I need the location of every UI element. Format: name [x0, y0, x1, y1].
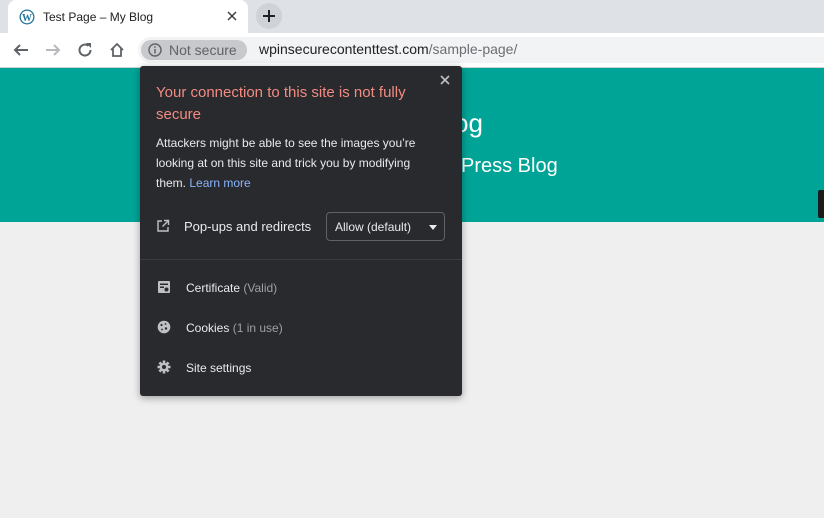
- popup-divider: [140, 259, 462, 260]
- gear-icon: [157, 360, 173, 376]
- home-icon: [110, 42, 124, 57]
- address-bar[interactable]: Not secure wpinsecurecontenttest.com/sam…: [138, 37, 824, 63]
- close-icon[interactable]: [438, 73, 452, 87]
- certificate-label: Certificate: [186, 281, 241, 295]
- certificate-icon: [157, 280, 173, 296]
- back-button[interactable]: [10, 39, 32, 61]
- permission-row-popups: Pop-ups and redirects Allow (default): [156, 212, 446, 242]
- learn-more-link[interactable]: Learn more: [189, 176, 250, 190]
- popup-description: Attackers might be able to see the image…: [156, 133, 436, 193]
- site-settings-item[interactable]: Site settings: [156, 356, 446, 380]
- tab-close-icon[interactable]: [224, 8, 240, 24]
- cookies-detail: (1 in use): [232, 321, 283, 335]
- svg-text:W: W: [22, 13, 32, 24]
- url-host: wpinsecurecontenttest.com: [259, 41, 429, 57]
- url-text[interactable]: wpinsecurecontenttest.com/sample-page/: [259, 41, 517, 57]
- wordpress-icon: W: [19, 9, 35, 25]
- plus-icon: [263, 10, 275, 22]
- tab-active[interactable]: W Test Page – My Blog: [8, 0, 248, 33]
- page-edge-element: [818, 190, 824, 218]
- permission-select[interactable]: Allow (default): [326, 212, 445, 241]
- forward-button[interactable]: [42, 39, 64, 61]
- browser-toolbar: Not secure wpinsecurecontenttest.com/sam…: [0, 33, 824, 68]
- arrow-left-icon: [13, 44, 28, 56]
- open-in-new-icon: [156, 219, 172, 235]
- reload-button[interactable]: [74, 39, 96, 61]
- home-button[interactable]: [106, 39, 128, 61]
- url-path: /sample-page/: [428, 41, 518, 57]
- cookies-item[interactable]: Cookies (1 in use): [156, 316, 446, 340]
- info-icon: [148, 43, 162, 57]
- chevron-down-icon: [429, 225, 437, 230]
- cookie-icon: [157, 320, 173, 336]
- reload-icon: [78, 43, 92, 57]
- site-info-popup: Your connection to this site is not full…: [140, 66, 462, 396]
- new-tab-button[interactable]: [256, 3, 282, 29]
- tab-title: Test Page – My Blog: [43, 9, 154, 24]
- security-chip-label: Not secure: [169, 42, 237, 58]
- tab-strip: W Test Page – My Blog: [0, 0, 824, 33]
- cookies-label: Cookies: [186, 321, 230, 335]
- arrow-right-icon: [46, 44, 61, 56]
- certificate-detail: (Valid): [243, 281, 278, 295]
- certificate-item[interactable]: Certificate (Valid): [156, 276, 446, 300]
- permission-select-value: Allow (default): [335, 219, 412, 234]
- security-chip[interactable]: Not secure: [141, 40, 247, 60]
- site-settings-label: Site settings: [186, 361, 252, 375]
- permission-label: Pop-ups and redirects: [184, 219, 312, 234]
- popup-title: Your connection to this site is not full…: [156, 84, 406, 123]
- site-tagline: Press Blog: [461, 155, 558, 177]
